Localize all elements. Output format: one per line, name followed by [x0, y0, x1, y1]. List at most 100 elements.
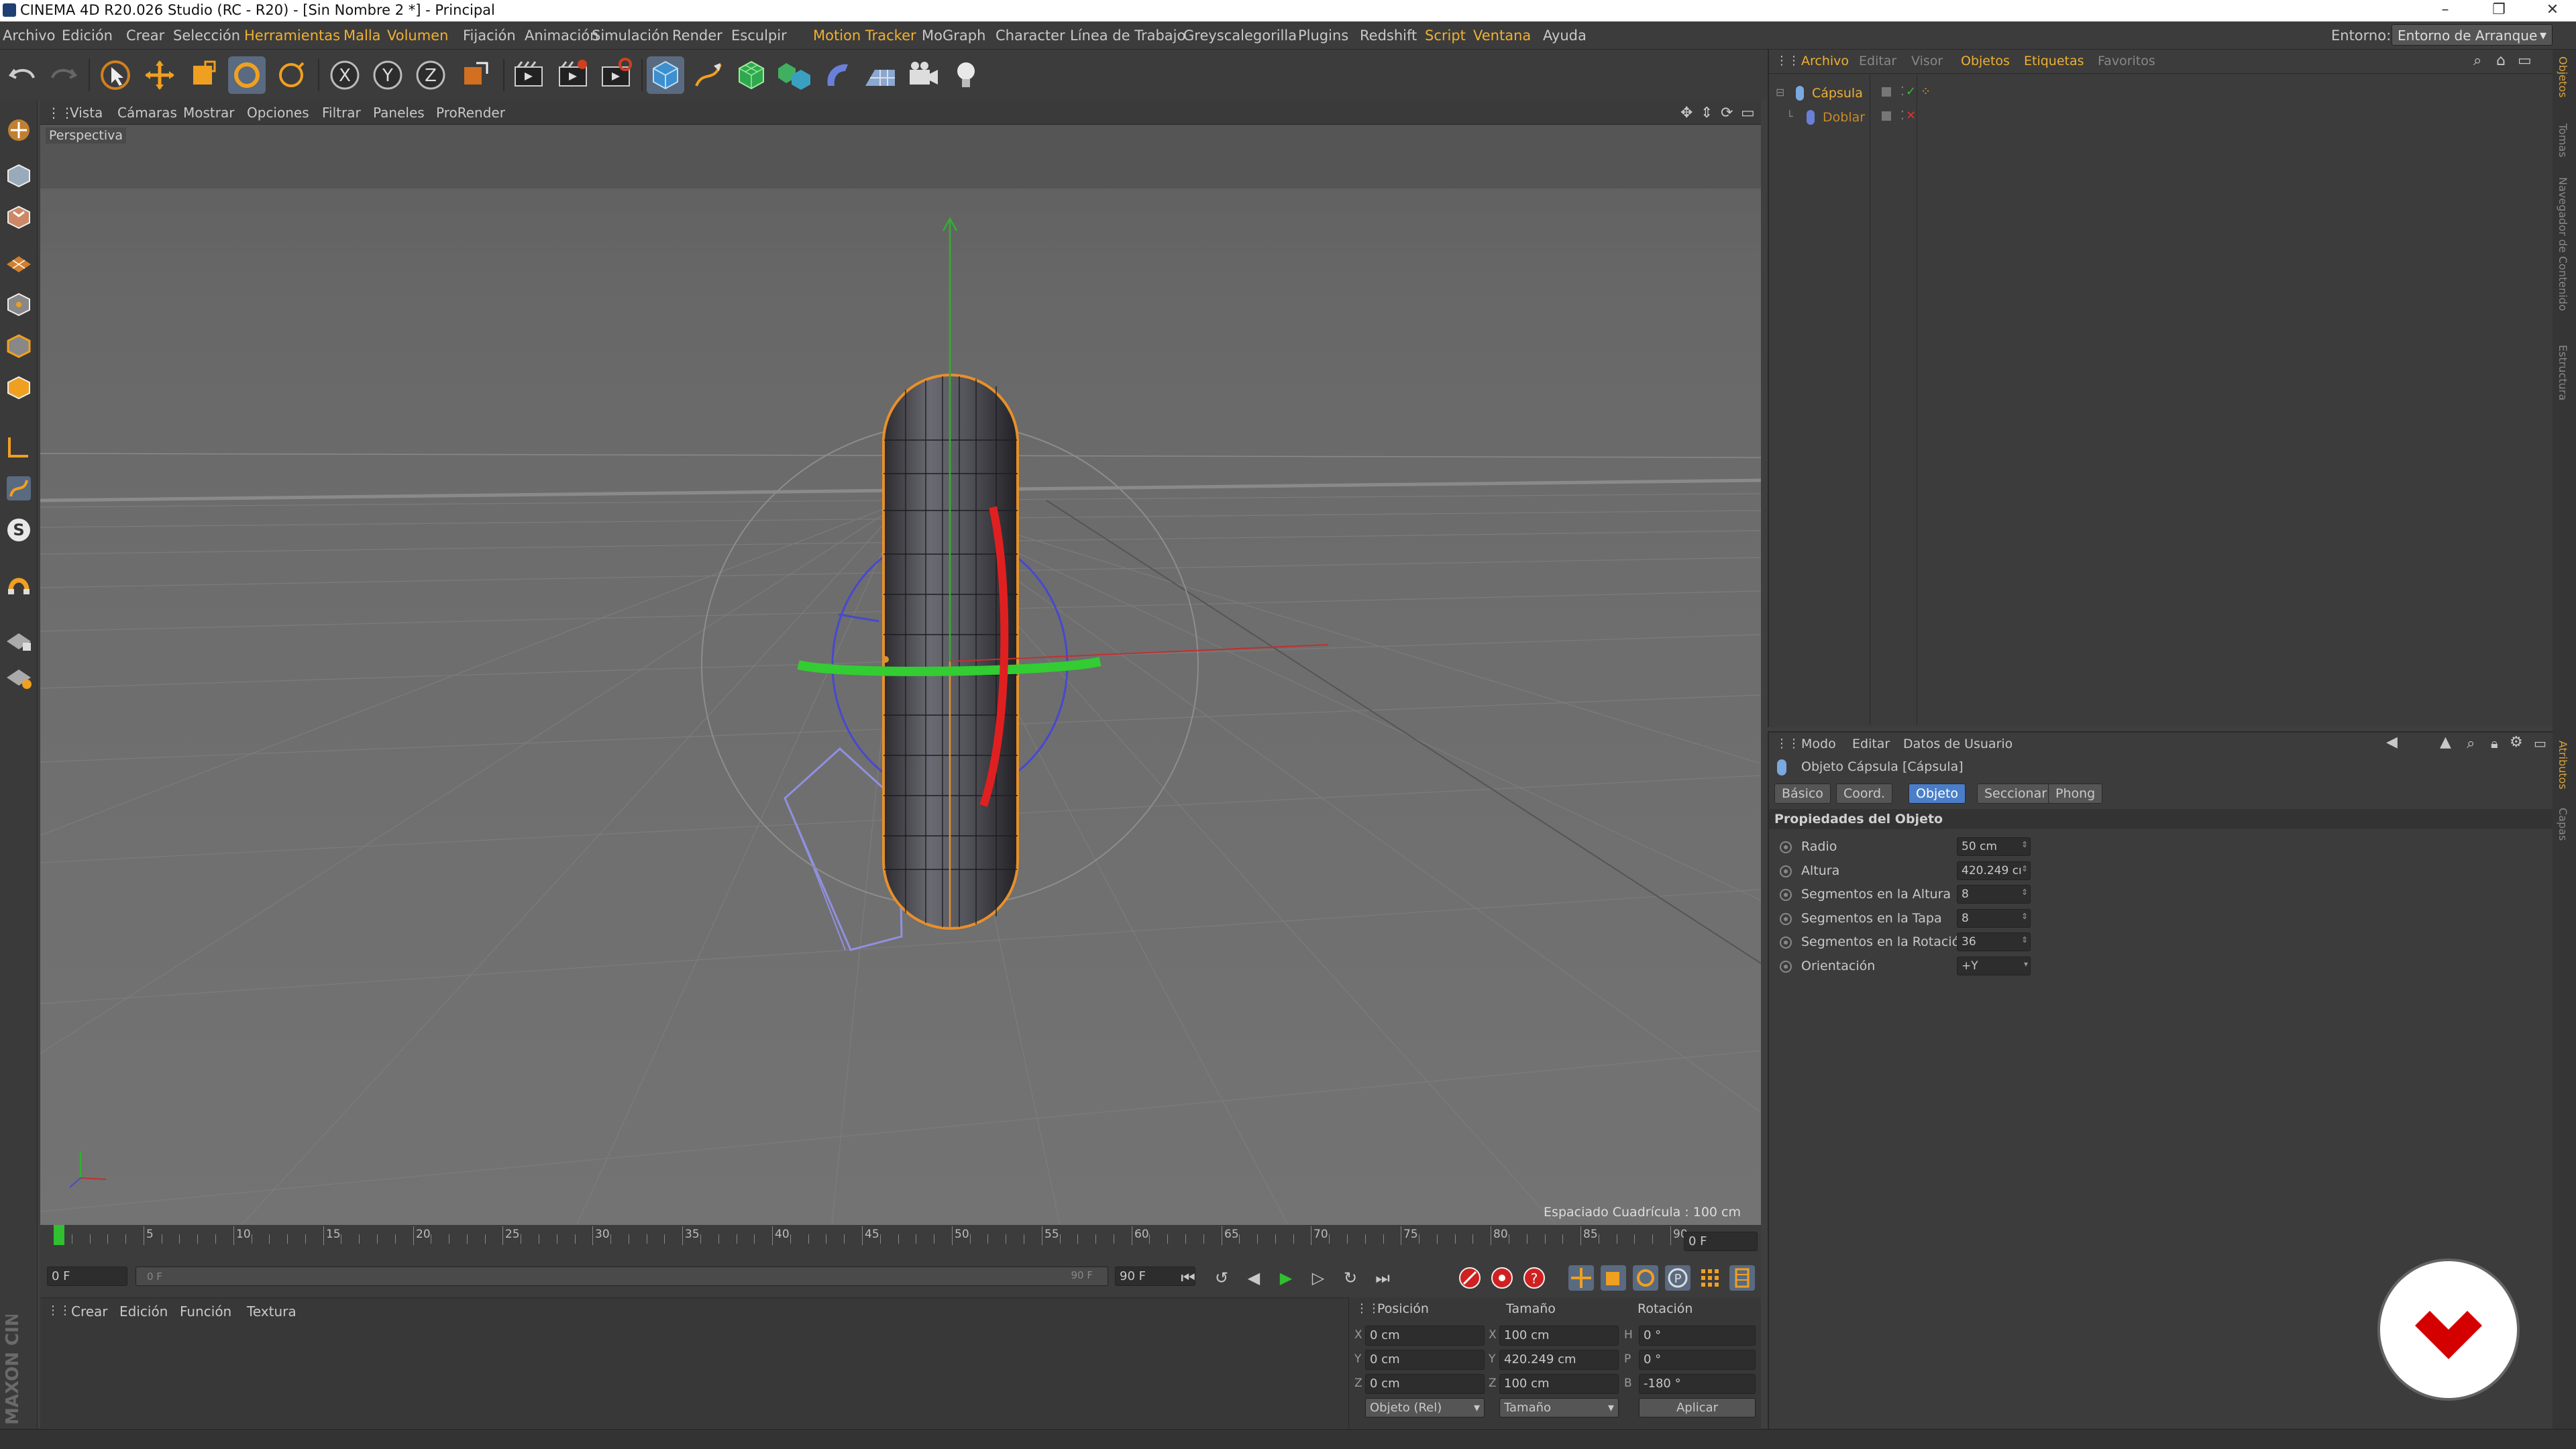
- apply-button[interactable]: Aplicar: [1639, 1398, 1756, 1417]
- menu-item-6[interactable]: Volumen: [387, 28, 448, 44]
- coord-rotation-field[interactable]: 0 °: [1639, 1326, 1756, 1346]
- render-view-icon[interactable]: [510, 56, 547, 94]
- up-arrow-icon[interactable]: ▲: [2440, 734, 2451, 751]
- y-axis-lock-icon[interactable]: Y: [369, 56, 407, 94]
- menu-item-4[interactable]: Herramientas: [244, 28, 340, 44]
- attr-tab-3[interactable]: Seccionar: [1977, 784, 2055, 804]
- coordinate-system-icon[interactable]: [456, 56, 494, 94]
- key-rotation-icon[interactable]: [1631, 1264, 1660, 1292]
- object-menu-1[interactable]: Editar: [1859, 54, 1896, 68]
- enabled-check-icon[interactable]: ✓: [1906, 85, 1916, 99]
- material-menu-edicion[interactable]: Edición: [119, 1303, 168, 1320]
- coord-size-mode-select[interactable]: Tamaño ▾: [1499, 1398, 1619, 1417]
- uv-mode-icon[interactable]: [4, 432, 34, 462]
- key-scale-icon[interactable]: [1599, 1264, 1627, 1292]
- spinner-arrows-icon[interactable]: ⇕: [2021, 840, 2028, 849]
- menu-item-14[interactable]: Character: [996, 28, 1065, 44]
- render-picture-viewer-icon[interactable]: [554, 56, 592, 94]
- menu-item-16[interactable]: Greyscalegorilla: [1183, 28, 1297, 44]
- viewport-menu-mostrar[interactable]: Mostrar: [183, 105, 234, 121]
- texture-mode-icon[interactable]: [4, 203, 34, 232]
- timeline-window-icon[interactable]: [1728, 1264, 1756, 1292]
- home-icon[interactable]: ⌂: [2496, 52, 2506, 69]
- animate-property-icon[interactable]: [1780, 889, 1792, 901]
- 3d-viewport[interactable]: Perspectiva Espaciado Cuadrícula : 100 c…: [40, 125, 1761, 1225]
- viewport-menu-prorender[interactable]: ProRender: [436, 105, 505, 121]
- settings-icon[interactable]: ⚙: [2510, 734, 2523, 751]
- menu-item-17[interactable]: Plugins: [1298, 28, 1348, 44]
- animate-property-icon[interactable]: [1780, 865, 1792, 877]
- menu-item-13[interactable]: MoGraph: [922, 28, 985, 44]
- next-keyframe-icon[interactable]: ↻: [1336, 1264, 1364, 1292]
- visibility-dots-icon[interactable]: ⁚: [1900, 85, 1904, 99]
- right-tab-0[interactable]: Objetos: [2557, 56, 2569, 97]
- record-active-objects-icon[interactable]: [1456, 1264, 1484, 1292]
- menu-item-12[interactable]: Motion Tracker: [813, 28, 916, 44]
- pen-spline-icon[interactable]: [690, 56, 727, 94]
- viewport-zoom-icon[interactable]: ⇕: [1701, 105, 1713, 121]
- object-menu-5[interactable]: Favoritos: [2098, 54, 2155, 68]
- tweak-mode-icon[interactable]: S: [4, 515, 34, 545]
- coord-rotation-field[interactable]: -180 °: [1639, 1374, 1756, 1394]
- x-axis-lock-icon[interactable]: X: [326, 56, 364, 94]
- camera-icon[interactable]: [904, 56, 942, 94]
- points-mode-icon[interactable]: [4, 290, 34, 319]
- autokeying-icon[interactable]: [1488, 1264, 1516, 1292]
- attr-tab-4[interactable]: Phong: [2048, 784, 2103, 804]
- cloner-icon[interactable]: [775, 56, 813, 94]
- viewport-menu-opciones[interactable]: Opciones: [247, 105, 309, 121]
- key-pla-icon[interactable]: [1696, 1264, 1724, 1292]
- attr-tab-0[interactable]: Básico: [1774, 784, 1831, 804]
- floor-environment-icon[interactable]: [861, 56, 899, 94]
- workplane-icon[interactable]: [4, 244, 34, 274]
- phong-tag-icon[interactable]: ⁘: [1921, 85, 1931, 99]
- undo-icon[interactable]: [4, 56, 42, 94]
- previous-frame-icon[interactable]: ◀: [1240, 1264, 1268, 1292]
- spinner-arrows-icon[interactable]: ⇕: [2021, 912, 2028, 921]
- object-menu-2[interactable]: Visor: [1911, 54, 1943, 68]
- go-to-start-icon[interactable]: ⏮: [1174, 1264, 1202, 1292]
- layer-icon[interactable]: [1882, 87, 1891, 97]
- start-frame-field[interactable]: 0 F: [47, 1267, 127, 1286]
- coord-mode-select[interactable]: Objeto (Rel) ▾: [1365, 1398, 1485, 1417]
- object-name[interactable]: Doblar: [1823, 110, 1865, 125]
- viewport-menu-filtrar[interactable]: Filtrar: [322, 105, 361, 121]
- current-frame-field[interactable]: 0 F: [1684, 1232, 1758, 1251]
- viewport-camera-label[interactable]: Perspectiva: [46, 127, 126, 144]
- property-value-field[interactable]: 8 ⇕: [1957, 908, 2031, 928]
- right-tab-1[interactable]: Tomas: [2557, 123, 2569, 158]
- select-tool-icon[interactable]: [97, 56, 134, 94]
- next-frame-icon[interactable]: ▷: [1304, 1264, 1332, 1292]
- attr-menu-datos-usuario[interactable]: Datos de Usuario: [1903, 737, 2012, 751]
- back-arrow-icon[interactable]: ◀: [2386, 734, 2398, 751]
- right-tab-5[interactable]: Capas: [2557, 808, 2569, 841]
- layer-icon[interactable]: [1882, 111, 1891, 121]
- viewport-menu-camaras[interactable]: Cámaras: [117, 105, 177, 121]
- snap-icon[interactable]: [4, 570, 34, 600]
- spinner-arrows-icon[interactable]: ⇕: [2021, 864, 2028, 873]
- right-tab-2[interactable]: Navegador de Contenido: [2557, 177, 2569, 311]
- keyframe-selection-icon[interactable]: ?: [1520, 1264, 1548, 1292]
- viewport-maximize-icon[interactable]: ▭: [1741, 105, 1755, 121]
- environment-select[interactable]: Entorno de Arranque ▾: [2392, 24, 2553, 46]
- subdivision-surface-icon[interactable]: [733, 56, 770, 94]
- property-value-field[interactable]: +Y ▾: [1957, 956, 2031, 975]
- animate-property-icon[interactable]: [1780, 936, 1792, 949]
- property-value-field[interactable]: 420.249 cı ⇕: [1957, 861, 2031, 880]
- coord-size-field[interactable]: 100 cm: [1499, 1326, 1619, 1346]
- coord-rotation-field[interactable]: 0 °: [1639, 1350, 1756, 1370]
- object-menu-3[interactable]: Objetos: [1961, 54, 2010, 68]
- panel-options-icon[interactable]: ▭: [2518, 52, 2532, 69]
- minimize-button[interactable]: –: [2425, 0, 2465, 21]
- property-value-field[interactable]: 8 ⇕: [1957, 885, 2031, 904]
- playhead[interactable]: [54, 1225, 64, 1245]
- animate-property-icon[interactable]: [1780, 912, 1792, 925]
- menu-item-19[interactable]: Script: [1425, 28, 1466, 44]
- animate-property-icon[interactable]: [1780, 841, 1792, 853]
- menu-item-18[interactable]: Redshift: [1360, 28, 1417, 44]
- object-menu-4[interactable]: Etiquetas: [2024, 54, 2084, 68]
- planar-workplane-icon[interactable]: [4, 661, 34, 691]
- key-position-icon[interactable]: [1567, 1264, 1595, 1292]
- spinner-arrows-icon[interactable]: ⇕: [2021, 935, 2028, 945]
- chevron-down-icon[interactable]: ▾: [2024, 959, 2028, 969]
